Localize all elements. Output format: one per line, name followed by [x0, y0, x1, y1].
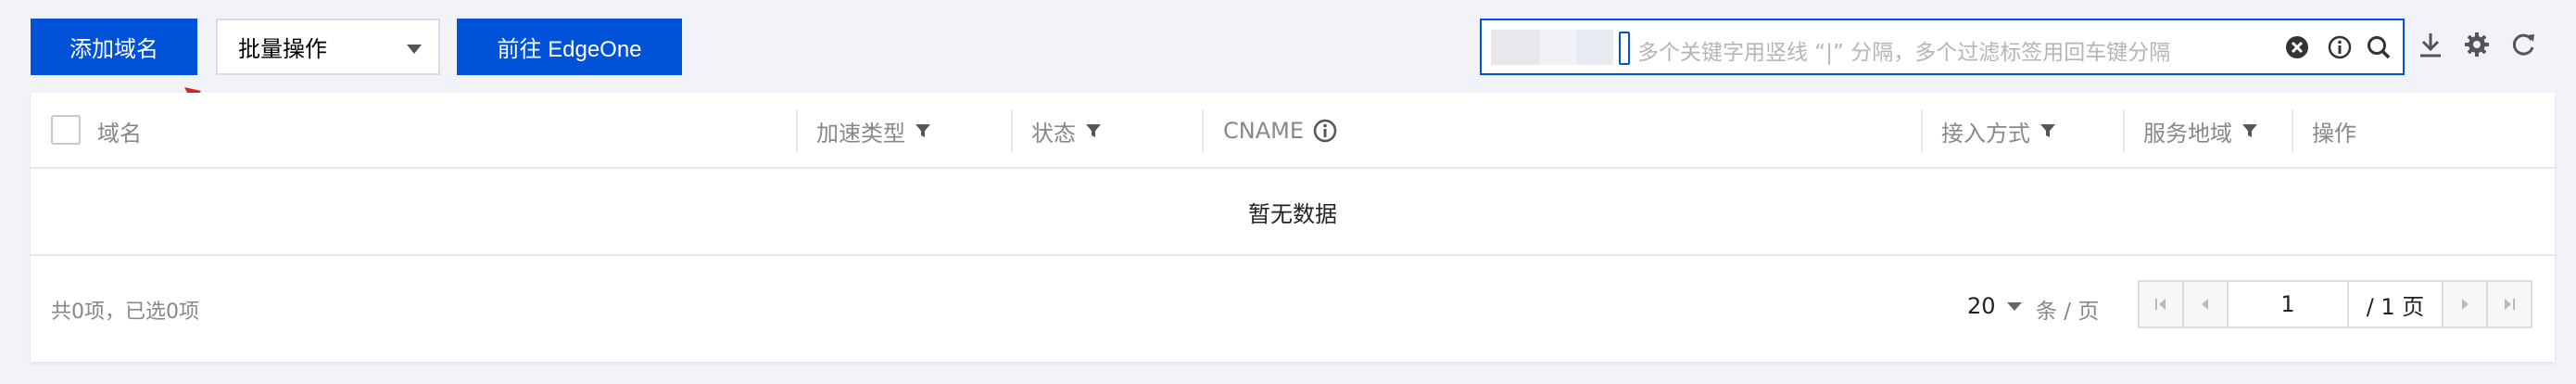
- total-pages: / 1 页: [2349, 282, 2442, 326]
- gear-icon[interactable]: [2462, 30, 2492, 59]
- next-page-button[interactable]: [2442, 282, 2486, 326]
- column-divider[interactable]: [796, 109, 798, 152]
- next-page-icon: [2462, 299, 2469, 310]
- download-icon[interactable]: [2416, 30, 2445, 59]
- column-label: CNAME: [1223, 118, 1304, 144]
- column-label: 域名: [97, 120, 142, 147]
- filter-icon[interactable]: [1085, 122, 1102, 139]
- column-domain: 域名: [97, 93, 142, 169]
- chevron-down-icon: [407, 45, 422, 54]
- page-number-input[interactable]: [2229, 282, 2349, 326]
- domain-table: 域名 加速类型 状态 CNAME 接入方式 服务地域 操作 暂无数据 共0项，已…: [31, 93, 2555, 362]
- per-page-label: 条 / 页: [2036, 300, 2100, 324]
- column-acceleration-type: 加速类型: [816, 93, 931, 169]
- last-page-button[interactable]: [2486, 282, 2531, 326]
- search-input[interactable]: 多个关键字用竖线 “|” 分隔，多个过滤标签用回车键分隔: [1480, 19, 2405, 75]
- prev-page-button[interactable]: [2184, 282, 2229, 326]
- column-label: 接入方式: [1941, 120, 2030, 147]
- goto-edgeone-button[interactable]: 前往 EdgeOne: [457, 19, 682, 75]
- table-footer: 共0项，已选0项 20 条 / 页 / 1 页: [31, 256, 2555, 362]
- filter-icon[interactable]: [915, 122, 931, 139]
- refresh-icon[interactable]: [2508, 30, 2538, 59]
- page-size-value: 20: [1967, 293, 1996, 319]
- column-actions: 操作: [2312, 93, 2356, 169]
- column-divider[interactable]: [2123, 109, 2125, 152]
- first-page-button[interactable]: [2140, 282, 2184, 326]
- filter-icon[interactable]: [2241, 122, 2258, 139]
- column-access-method: 接入方式: [1941, 93, 2056, 169]
- search-icon[interactable]: [2366, 34, 2392, 60]
- first-page-icon: [2155, 299, 2166, 310]
- info-icon[interactable]: [1313, 119, 1337, 143]
- column-label: 状态: [1031, 120, 1076, 147]
- column-service-region: 服务地域: [2143, 93, 2258, 169]
- last-page-icon: [2505, 299, 2515, 310]
- column-label: 加速类型: [816, 120, 905, 147]
- pagination: / 1 页: [2138, 280, 2532, 328]
- column-label: 操作: [2312, 120, 2356, 147]
- table-header-row: 域名 加速类型 状态 CNAME 接入方式 服务地域 操作: [31, 93, 2555, 169]
- clear-icon[interactable]: [2284, 34, 2310, 60]
- empty-state: 暂无数据: [31, 169, 2555, 256]
- column-cname: CNAME: [1223, 93, 1337, 169]
- column-divider[interactable]: [2292, 109, 2293, 152]
- prev-page-icon: [2202, 299, 2208, 310]
- chevron-down-icon: [2006, 301, 2022, 311]
- page-size-select[interactable]: 20: [1967, 293, 2022, 319]
- select-all-checkbox[interactable]: [51, 115, 81, 145]
- info-icon[interactable]: [2327, 34, 2353, 60]
- column-label: 服务地域: [2143, 120, 2232, 147]
- column-divider[interactable]: [1202, 109, 1204, 152]
- empty-text: 暂无数据: [1248, 200, 1337, 227]
- text-cursor: [1619, 32, 1630, 65]
- search-placeholder: 多个关键字用竖线 “|” 分隔，多个过滤标签用回车键分隔: [1637, 41, 2171, 65]
- add-domain-button[interactable]: 添加域名: [31, 19, 197, 75]
- bulk-actions-value: 批量操作: [238, 36, 327, 62]
- filter-tag-chip[interactable]: [1491, 30, 1613, 65]
- column-divider[interactable]: [1921, 109, 1923, 152]
- selection-summary: 共0项，已选0项: [51, 301, 199, 324]
- filter-icon[interactable]: [2039, 122, 2056, 139]
- column-divider[interactable]: [1011, 109, 1013, 152]
- column-status: 状态: [1031, 93, 1102, 169]
- bulk-actions-select[interactable]: 批量操作: [216, 19, 440, 75]
